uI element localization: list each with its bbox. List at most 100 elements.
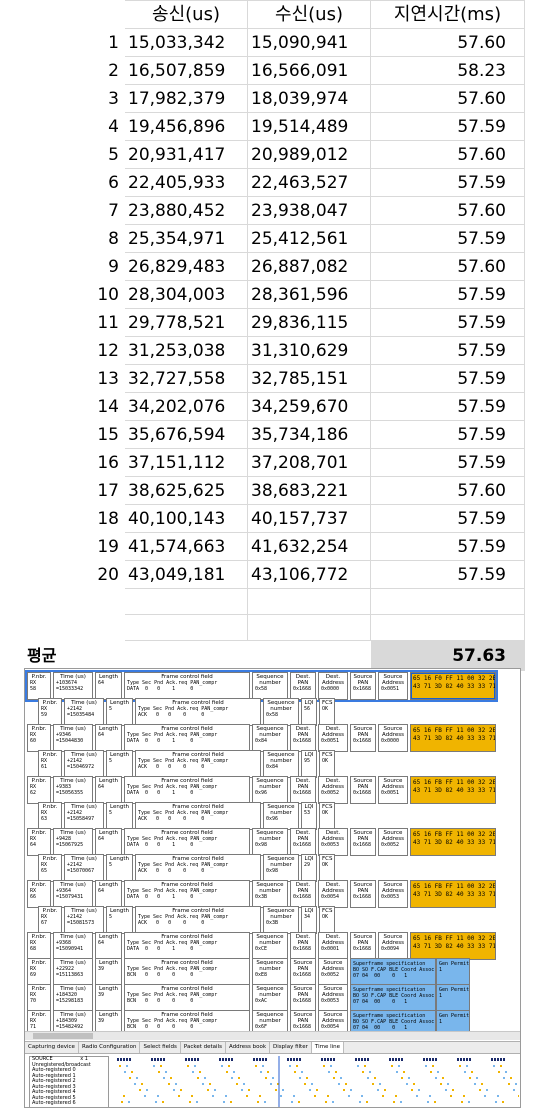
- timeline-event-mark[interactable]: [155, 1101, 157, 1103]
- timeline-event-mark[interactable]: [238, 1077, 240, 1079]
- source-pan[interactable]: Source PAN 0x1668: [350, 880, 376, 908]
- sequence-number[interactable]: Sequence number 0x58: [252, 672, 288, 700]
- sequence-number[interactable]: Sequence number 0x98: [252, 828, 288, 856]
- tab-packet-details[interactable]: Packet details: [181, 1042, 226, 1053]
- timeline-event-mark[interactable]: [272, 1077, 274, 1079]
- packet-number[interactable]: P.nbr. RX 62: [27, 776, 51, 804]
- timeline-event-mark[interactable]: [500, 1065, 502, 1067]
- timeline-event-mark[interactable]: [408, 1077, 410, 1079]
- sent-cell[interactable]: 41,574,663: [124, 532, 248, 561]
- timeline-event-mark[interactable]: [359, 1101, 361, 1103]
- timeline-event-mark[interactable]: [442, 1077, 444, 1079]
- packet-number[interactable]: P.nbr. RX 68: [27, 932, 51, 960]
- received-cell[interactable]: 35,734,186: [247, 420, 371, 449]
- timeline-event-mark[interactable]: [362, 1071, 364, 1073]
- timeline-event-mark[interactable]: [243, 1083, 245, 1085]
- timeline-event-mark[interactable]: [180, 1089, 182, 1091]
- frame-control-field[interactable]: Frame control field Type Sec Pnd Ack.req …: [124, 958, 250, 986]
- dest-pan[interactable]: Dest. PAN 0x1668: [290, 672, 316, 700]
- sent-cell[interactable]: 31,253,038: [124, 336, 248, 365]
- sequence-number[interactable]: Sequence number 0x84: [252, 724, 288, 752]
- timeline-event-mark[interactable]: [270, 1083, 272, 1085]
- received-cell[interactable]: 25,412,561: [247, 224, 371, 253]
- dest-pan[interactable]: Dest. PAN 0x1668: [290, 724, 316, 752]
- frame-control-field[interactable]: Frame control field Type Sec Pnd Ack.req …: [124, 672, 250, 700]
- latency-cell[interactable]: 57.59: [370, 168, 525, 197]
- packet-length[interactable]: Length 39: [95, 984, 122, 1012]
- packet-number[interactable]: P.nbr. RX 67: [38, 906, 62, 934]
- timeline-event-mark[interactable]: [464, 1071, 466, 1073]
- timeline-event-mark[interactable]: [461, 1101, 463, 1103]
- timeline-event-mark[interactable]: [264, 1101, 266, 1103]
- source-address[interactable]: Source Address 0x0000: [378, 724, 408, 752]
- empty-cell[interactable]: [247, 588, 371, 615]
- timeline-event-mark[interactable]: [162, 1101, 164, 1103]
- packet-time[interactable]: Time (us) +2142 =15070067: [64, 854, 104, 882]
- timeline-event-mark[interactable]: [513, 1089, 515, 1091]
- frame-control-field[interactable]: Frame control field Type Sec Pnd Ack.req …: [135, 906, 261, 934]
- packet-time[interactable]: Time (us) +184320 =15298183: [53, 984, 93, 1012]
- packet-length[interactable]: Length 64: [95, 724, 122, 752]
- packet-number[interactable]: P.nbr. RX 70: [27, 984, 51, 1012]
- timeline-event-mark[interactable]: [328, 1071, 330, 1073]
- row-index[interactable]: 5: [24, 140, 125, 169]
- timeline-event-mark[interactable]: [479, 1089, 481, 1091]
- timeline-event-mark[interactable]: [248, 1089, 250, 1091]
- timeline-event-mark[interactable]: [280, 1095, 282, 1097]
- timeline-event-mark[interactable]: [335, 1071, 337, 1073]
- timeline-event-mark[interactable]: [364, 1065, 366, 1067]
- packet-length[interactable]: Length 5: [106, 854, 133, 882]
- row-index[interactable]: 17: [24, 476, 125, 505]
- timeline-event-mark[interactable]: [382, 1095, 384, 1097]
- row-index[interactable]: 8: [24, 224, 125, 253]
- timeline-event-mark[interactable]: [175, 1083, 177, 1085]
- timeline-event-mark[interactable]: [134, 1083, 136, 1085]
- timeline-event-mark[interactable]: [157, 1095, 159, 1097]
- packet-length[interactable]: Length 64: [95, 828, 122, 856]
- timeline-event-mark[interactable]: [187, 1065, 189, 1067]
- timeline-event-mark[interactable]: [124, 1071, 126, 1073]
- packet-row[interactable]: P.nbr. RX 65 Time (us) +2142 =15070067 Lengt…: [38, 854, 337, 882]
- timeline-event-mark[interactable]: [123, 1095, 125, 1097]
- latency-cell[interactable]: 57.59: [370, 420, 525, 449]
- timeline-event-mark[interactable]: [357, 1065, 359, 1067]
- row-index[interactable]: 3: [24, 84, 125, 113]
- timeline-source-row[interactable]: Auto-registered 6: [32, 1100, 108, 1107]
- mac-payload-hex[interactable]: 65 16 FB FF 11 00 32 2E 43 71 3D 82 40 3…: [410, 880, 496, 908]
- dest-address[interactable]: Dest. Address 0x0053: [318, 828, 348, 856]
- packet-time[interactable]: Time (us) +103674 =15033342: [53, 672, 93, 700]
- timeline-event-mark[interactable]: [430, 1071, 432, 1073]
- timeline-event-mark[interactable]: [189, 1101, 191, 1103]
- timeline-event-mark[interactable]: [153, 1065, 155, 1067]
- timeline-event-mark[interactable]: [466, 1065, 468, 1067]
- timeline-event-mark[interactable]: [191, 1095, 193, 1097]
- packet-row[interactable]: P.nbr. RX 64 Time (us) +9428 =15067925 Lengt…: [27, 828, 496, 856]
- timeline-event-mark[interactable]: [160, 1065, 162, 1067]
- sequence-number[interactable]: Sequence number 0x96: [252, 776, 288, 804]
- row-index[interactable]: 4: [24, 112, 125, 141]
- sent-cell[interactable]: 34,202,076: [124, 392, 248, 421]
- timeline-event-mark[interactable]: [393, 1101, 395, 1103]
- timeline-event-mark[interactable]: [199, 1071, 201, 1073]
- timeline-event-mark[interactable]: [445, 1089, 447, 1091]
- horizontal-scrollbar[interactable]: [25, 1031, 520, 1040]
- packet-length[interactable]: Length 5: [106, 698, 133, 726]
- latency-cell[interactable]: 58.23: [370, 56, 525, 85]
- packet-number[interactable]: P.nbr. RX 65: [38, 854, 62, 882]
- latency-cell[interactable]: 57.60: [370, 476, 525, 505]
- timeline-event-mark[interactable]: [340, 1077, 342, 1079]
- timeline-event-mark[interactable]: [369, 1071, 371, 1073]
- packet-time[interactable]: Time (us) +2142 =15058497: [64, 802, 104, 830]
- timeline-event-mark[interactable]: [298, 1101, 300, 1103]
- empty-cell[interactable]: [370, 614, 525, 641]
- timeline-event-mark[interactable]: [361, 1095, 363, 1097]
- timeline-event-mark[interactable]: [508, 1083, 510, 1085]
- timeline-event-mark[interactable]: [510, 1077, 512, 1079]
- timeline-event-mark[interactable]: [432, 1065, 434, 1067]
- timeline-event-mark[interactable]: [411, 1089, 413, 1091]
- dest-pan[interactable]: Dest. PAN 0x1668: [290, 776, 316, 804]
- timeline-event-mark[interactable]: [476, 1077, 478, 1079]
- latency-cell[interactable]: 57.59: [370, 448, 525, 477]
- scrollbar-thumb[interactable]: [33, 1033, 93, 1039]
- sent-cell[interactable]: 38,625,625: [124, 476, 248, 505]
